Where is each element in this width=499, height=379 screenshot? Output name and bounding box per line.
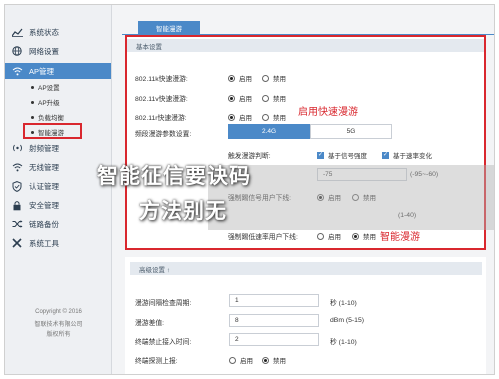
- sidebar-item-system-tools[interactable]: 系统工具: [11, 236, 59, 250]
- tab-smart-roaming[interactable]: 智能漫游: [138, 21, 200, 34]
- sidebar-item-label: 安全管理: [29, 200, 59, 210]
- sidebar-item-label: 射频管理: [29, 143, 59, 153]
- globe-icon: [11, 45, 23, 57]
- tools-icon: [11, 237, 23, 249]
- overlay-text-line2: 方法别无: [139, 199, 227, 223]
- interval-unit: 秒 (1-10): [330, 300, 357, 307]
- interval-input[interactable]: 1: [229, 294, 319, 307]
- subitem-label: 负载均衡: [38, 115, 64, 122]
- lock-icon: [11, 199, 23, 211]
- sidebar-item-auth[interactable]: 认证管理: [11, 179, 59, 193]
- radio-label: 启用: [240, 358, 253, 365]
- subitem-ap-upgrade[interactable]: AP升级: [31, 96, 60, 108]
- diff-input[interactable]: 8: [229, 314, 319, 327]
- rights-text: 版权所有: [46, 332, 71, 338]
- sidebar-item-label: 无线管理: [29, 162, 59, 172]
- chart-line-icon: [11, 26, 23, 38]
- radio-icon: [11, 142, 23, 154]
- bullet-icon: [31, 115, 34, 119]
- ban-time-unit: 秒 (1-10): [330, 339, 357, 346]
- ban-time-input[interactable]: 2: [229, 333, 319, 346]
- radio-probe-disable[interactable]: 禁用: [262, 355, 286, 365]
- adv-label-ban-time: 终端禁止接入时间:: [135, 339, 192, 346]
- sidebar-item-security[interactable]: 安全管理: [11, 198, 59, 212]
- shuffle-icon: [11, 218, 23, 230]
- highlight-box-smart-roaming: [23, 123, 82, 139]
- wireless-icon: [11, 161, 23, 173]
- sidebar-item-label: 系统状态: [29, 27, 59, 37]
- subitem-load-balance[interactable]: 负载均衡: [31, 111, 64, 123]
- sidebar-item-label: 网络设置: [29, 46, 59, 56]
- advanced-settings-header[interactable]: 高级设置 ↑: [130, 262, 482, 275]
- bullet-icon: [31, 85, 34, 89]
- app-window: 系统状态 网络设置 AP管理 AP设置 AP升级 负载均衡 智能漫游 射频管理 …: [4, 4, 495, 375]
- subitem-label: AP设置: [38, 85, 60, 92]
- sidebar-item-wireless[interactable]: 无线管理: [11, 160, 59, 174]
- radio-label: 禁用: [273, 358, 286, 365]
- subitem-label: AP升级: [38, 100, 60, 107]
- overlay-text-line1: 智能征信要诀码: [97, 164, 251, 188]
- subitem-ap-settings[interactable]: AP设置: [31, 81, 60, 93]
- sidebar-item-ap-management[interactable]: AP管理: [11, 64, 54, 78]
- wifi-icon: [11, 65, 23, 77]
- sidebar-item-label: AP管理: [29, 66, 55, 76]
- sidebar-item-system-status[interactable]: 系统状态: [11, 25, 59, 39]
- sidebar-item-link-backup[interactable]: 链路备份: [11, 217, 59, 231]
- shield-check-icon: [11, 180, 23, 192]
- adv-label-interval: 漫游间隔检查周期:: [135, 300, 192, 307]
- sidebar-item-label: 链路备份: [29, 219, 59, 229]
- sidebar-item-radio[interactable]: 射频管理: [11, 141, 59, 155]
- sidebar-item-network[interactable]: 网络设置: [11, 44, 59, 58]
- sidebar-item-label: 系统工具: [29, 238, 59, 248]
- copyright-text: Copyright © 2016: [35, 309, 82, 315]
- company-text: 智联技术有限公司: [34, 322, 83, 328]
- sidebar-item-label: 认证管理: [29, 181, 59, 191]
- radio-probe-enable[interactable]: 启用: [229, 355, 253, 365]
- adv-label-probe: 终端探测上报:: [135, 358, 178, 365]
- adv-label-diff: 漫游差值:: [135, 320, 165, 327]
- diff-unit: dBm (5-15): [330, 317, 364, 324]
- sidebar: 系统状态 网络设置 AP管理 AP设置 AP升级 负载均衡 智能漫游 射频管理 …: [5, 5, 112, 374]
- bullet-icon: [31, 100, 34, 104]
